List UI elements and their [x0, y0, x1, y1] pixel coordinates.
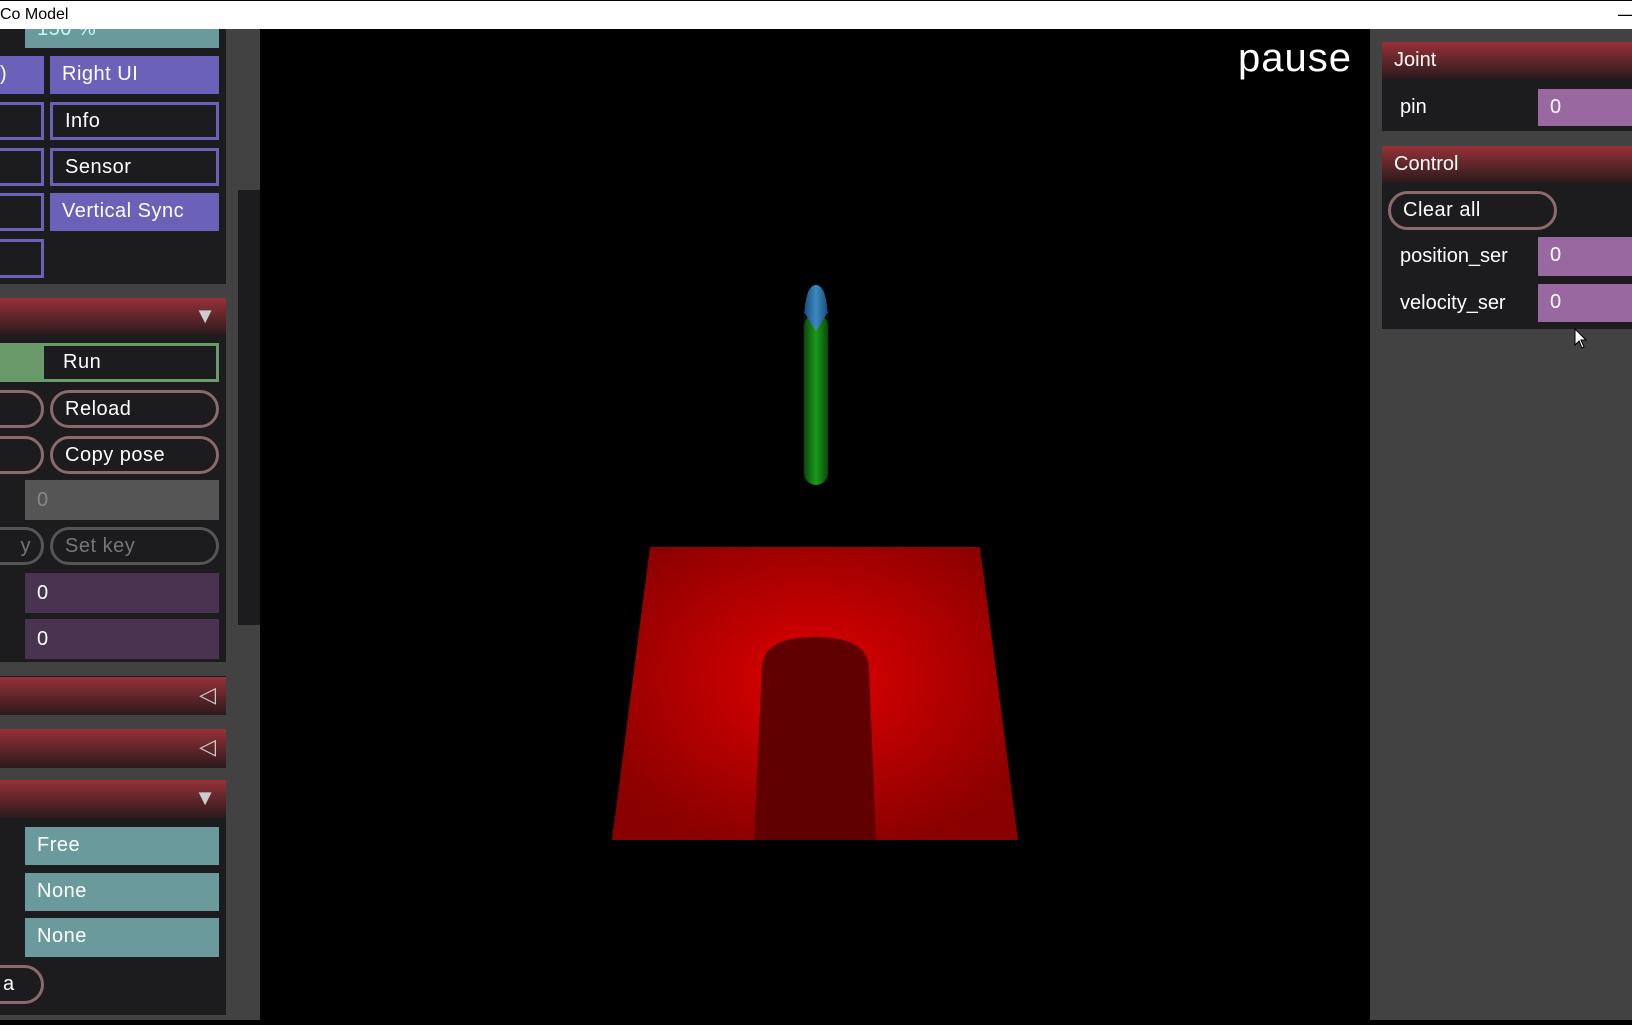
info-toggle[interactable]: Info: [50, 102, 219, 140]
divider: [0, 715, 226, 729]
run-toggle[interactable]: Run: [40, 343, 219, 382]
toggle-left-5[interactable]: [0, 239, 44, 278]
divider: [0, 662, 226, 676]
scene: [612, 285, 1018, 840]
slider-2[interactable]: 0: [25, 619, 219, 659]
minimize-button[interactable]: —: [1618, 4, 1632, 25]
left-pill-button-2[interactable]: [0, 436, 44, 474]
zoom-field[interactable]: 150 %: [25, 29, 219, 48]
velocity-ser-label: velocity_ser: [1400, 292, 1506, 314]
right-ui-toggle[interactable]: Right UI: [50, 56, 219, 94]
left-pill-button-1[interactable]: [0, 390, 44, 428]
toggle-left-4[interactable]: [0, 193, 44, 231]
slider-1[interactable]: 0: [25, 573, 219, 613]
joint-pin-label: pin: [1400, 96, 1427, 118]
load-key-button[interactable]: y: [0, 527, 44, 565]
key-field[interactable]: 0: [25, 480, 219, 520]
3d-viewport[interactable]: [260, 29, 1370, 1020]
pole-shadow: [754, 637, 876, 840]
frame-select[interactable]: None: [25, 918, 219, 957]
position-ser-label: position_ser: [1400, 245, 1508, 267]
toggle-left-3[interactable]: [0, 148, 44, 186]
pole-body: [804, 314, 828, 485]
reload-button[interactable]: Reload: [50, 390, 219, 428]
joint-section-header[interactable]: Joint: [1382, 42, 1632, 79]
velocity-ser-slider[interactable]: 0: [1538, 284, 1632, 322]
position-ser-slider[interactable]: 0: [1538, 237, 1632, 276]
camera-select[interactable]: Free: [25, 827, 219, 865]
control-section-header[interactable]: Control: [1382, 146, 1632, 183]
title-bar: Co Model: [0, 0, 1632, 29]
toggle-left-1[interactable]: ): [0, 56, 44, 94]
chevron-down-icon: ▼: [194, 303, 216, 328]
collapsed-section-header-2[interactable]: ◁: [0, 729, 226, 768]
mouse-cursor-icon: [1574, 328, 1588, 349]
left-pill-button-3[interactable]: a: [0, 965, 44, 1004]
divider: [0, 1015, 226, 1020]
clear-all-button[interactable]: Clear all: [1388, 191, 1557, 230]
pause-status: pause: [1238, 36, 1352, 80]
vertical-sync-toggle[interactable]: Vertical Sync: [50, 193, 219, 231]
chevron-down-icon: ▼: [194, 785, 216, 810]
divider: [0, 284, 226, 298]
chevron-left-icon: ◁: [199, 682, 216, 707]
window-title: Co Model: [0, 6, 69, 23]
copy-pose-button[interactable]: Copy pose: [50, 436, 219, 474]
run-toggle-left[interactable]: [0, 343, 44, 382]
label-select[interactable]: None: [25, 873, 219, 911]
set-key-button[interactable]: Set key: [50, 527, 219, 565]
chevron-left-icon: ◁: [199, 734, 216, 759]
simulation-section-header[interactable]: ▼: [0, 298, 226, 335]
sensor-toggle[interactable]: Sensor: [50, 148, 219, 186]
collapsed-section-header-1[interactable]: ◁: [0, 677, 226, 715]
left-panel-scrollbar[interactable]: [238, 190, 260, 625]
rendering-section-header[interactable]: ▼: [0, 780, 226, 818]
joint-pin-slider[interactable]: 0: [1538, 89, 1632, 126]
toggle-left-2[interactable]: [0, 102, 44, 140]
